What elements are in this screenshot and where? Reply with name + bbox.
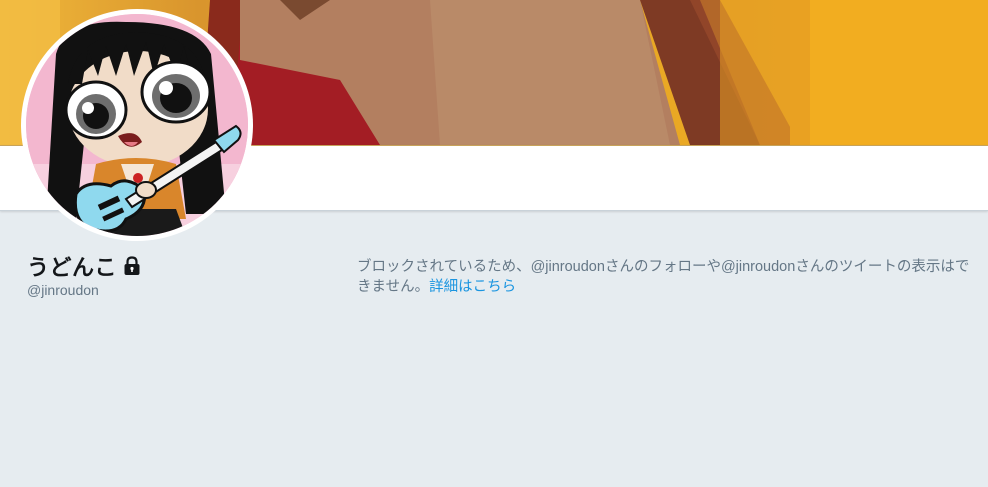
learn-more-link[interactable]: 詳細はこちら	[429, 279, 516, 295]
profile-display-name[interactable]: うどんこ	[27, 250, 117, 282]
profile-avatar[interactable]	[21, 9, 253, 241]
profile-handle[interactable]: @jinroudon	[27, 282, 99, 298]
cartoon-girl-guitar-avatar	[26, 14, 248, 236]
profile-name-row: うどんこ	[27, 250, 141, 282]
avatar-image	[26, 14, 248, 236]
lock-icon	[123, 256, 141, 276]
profile-page: うどんこ @jinroudon ブロックされているため、@jinroudonさん…	[0, 0, 988, 487]
blocked-notice: ブロックされているため、@jinroudonさんのフォローや@jinroudon…	[357, 257, 981, 297]
